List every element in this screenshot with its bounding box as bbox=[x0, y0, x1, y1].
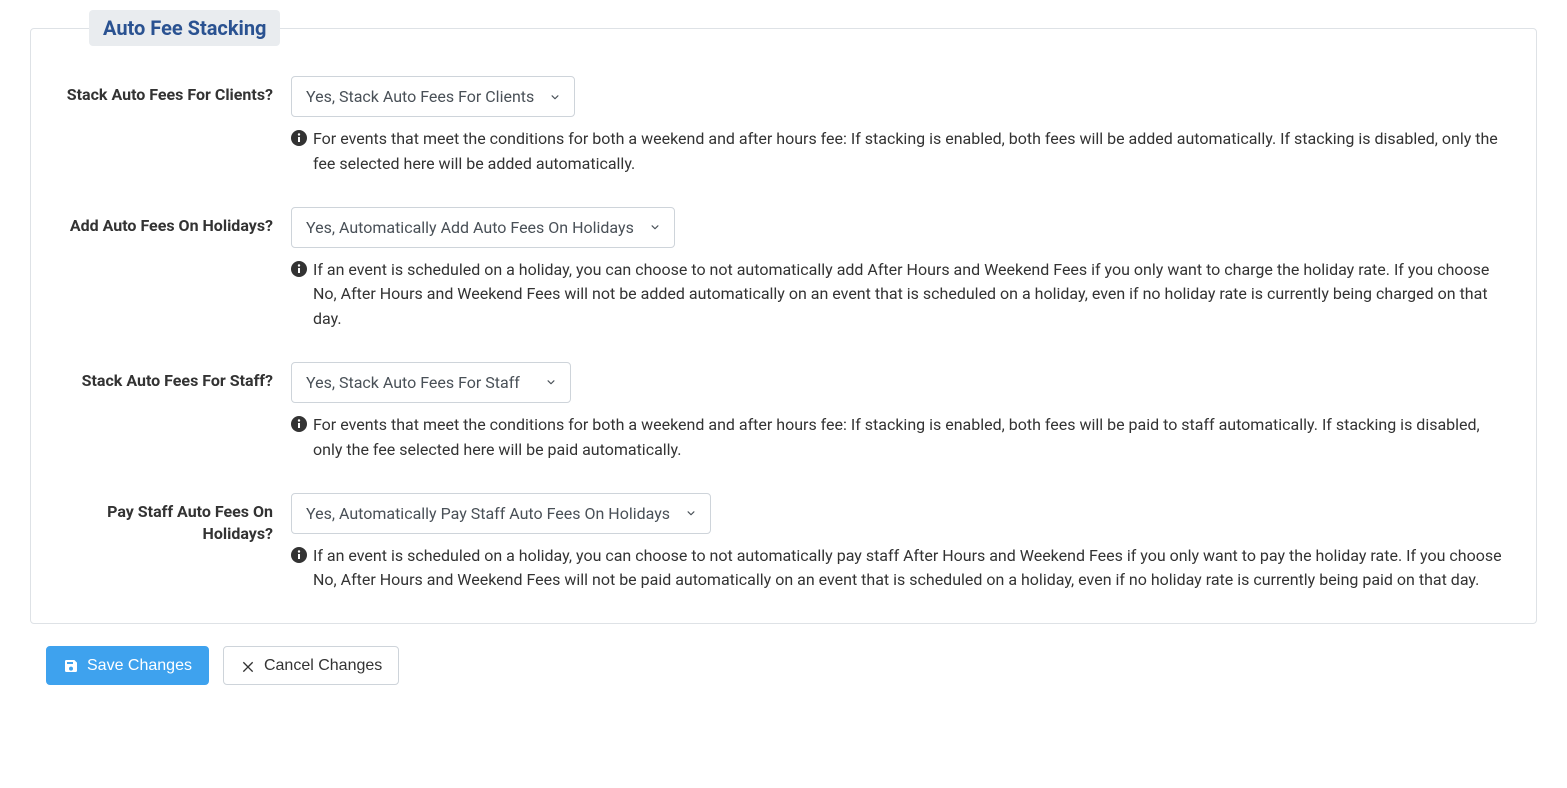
select-stack-staff[interactable]: Yes, Stack Auto Fees For Staff bbox=[291, 362, 571, 403]
help-stack-staff-text: For events that meet the conditions for … bbox=[313, 413, 1506, 463]
select-holidays-add[interactable]: Yes, Automatically Add Auto Fees On Holi… bbox=[291, 207, 675, 248]
row-stack-staff: Stack Auto Fees For Staff? Yes, Stack Au… bbox=[61, 362, 1506, 463]
save-button[interactable]: Save Changes bbox=[46, 646, 209, 685]
panel-title: Auto Fee Stacking bbox=[89, 10, 280, 46]
select-stack-staff-value: Yes, Stack Auto Fees For Staff bbox=[306, 373, 520, 392]
chevron-down-icon bbox=[548, 90, 562, 104]
select-holidays-pay-staff-value: Yes, Automatically Pay Staff Auto Fees O… bbox=[306, 504, 670, 523]
row-holidays-add: Add Auto Fees On Holidays? Yes, Automati… bbox=[61, 207, 1506, 332]
help-holidays-pay-staff-text: If an event is scheduled on a holiday, y… bbox=[313, 544, 1506, 594]
close-icon bbox=[240, 658, 256, 674]
chevron-down-icon bbox=[684, 506, 698, 520]
select-holidays-pay-staff[interactable]: Yes, Automatically Pay Staff Auto Fees O… bbox=[291, 493, 711, 534]
row-stack-clients: Stack Auto Fees For Clients? Yes, Stack … bbox=[61, 76, 1506, 177]
select-stack-clients[interactable]: Yes, Stack Auto Fees For Clients bbox=[291, 76, 575, 117]
help-holidays-pay-staff: If an event is scheduled on a holiday, y… bbox=[291, 544, 1506, 594]
chevron-down-icon bbox=[648, 220, 662, 234]
select-stack-clients-value: Yes, Stack Auto Fees For Clients bbox=[306, 87, 534, 106]
label-holidays-add: Add Auto Fees On Holidays? bbox=[61, 207, 291, 237]
cancel-button[interactable]: Cancel Changes bbox=[223, 646, 399, 685]
help-stack-clients: For events that meet the conditions for … bbox=[291, 127, 1506, 177]
help-holidays-add: If an event is scheduled on a holiday, y… bbox=[291, 258, 1506, 332]
cancel-button-label: Cancel Changes bbox=[264, 656, 382, 675]
info-icon bbox=[291, 416, 307, 432]
help-stack-staff: For events that meet the conditions for … bbox=[291, 413, 1506, 463]
row-holidays-pay-staff: Pay Staff Auto Fees On Holidays? Yes, Au… bbox=[61, 493, 1506, 594]
help-stack-clients-text: For events that meet the conditions for … bbox=[313, 127, 1506, 177]
auto-fee-stacking-panel: Auto Fee Stacking Stack Auto Fees For Cl… bbox=[30, 10, 1537, 624]
help-holidays-add-text: If an event is scheduled on a holiday, y… bbox=[313, 258, 1506, 332]
button-bar: Save Changes Cancel Changes bbox=[30, 646, 1537, 685]
save-button-label: Save Changes bbox=[87, 656, 192, 675]
label-stack-clients: Stack Auto Fees For Clients? bbox=[61, 76, 291, 106]
label-holidays-pay-staff: Pay Staff Auto Fees On Holidays? bbox=[61, 493, 291, 546]
label-stack-staff: Stack Auto Fees For Staff? bbox=[61, 362, 291, 392]
info-icon bbox=[291, 130, 307, 146]
info-icon bbox=[291, 547, 307, 563]
select-holidays-add-value: Yes, Automatically Add Auto Fees On Holi… bbox=[306, 218, 634, 237]
chevron-down-icon bbox=[544, 375, 558, 389]
info-icon bbox=[291, 261, 307, 277]
save-icon bbox=[63, 658, 79, 674]
